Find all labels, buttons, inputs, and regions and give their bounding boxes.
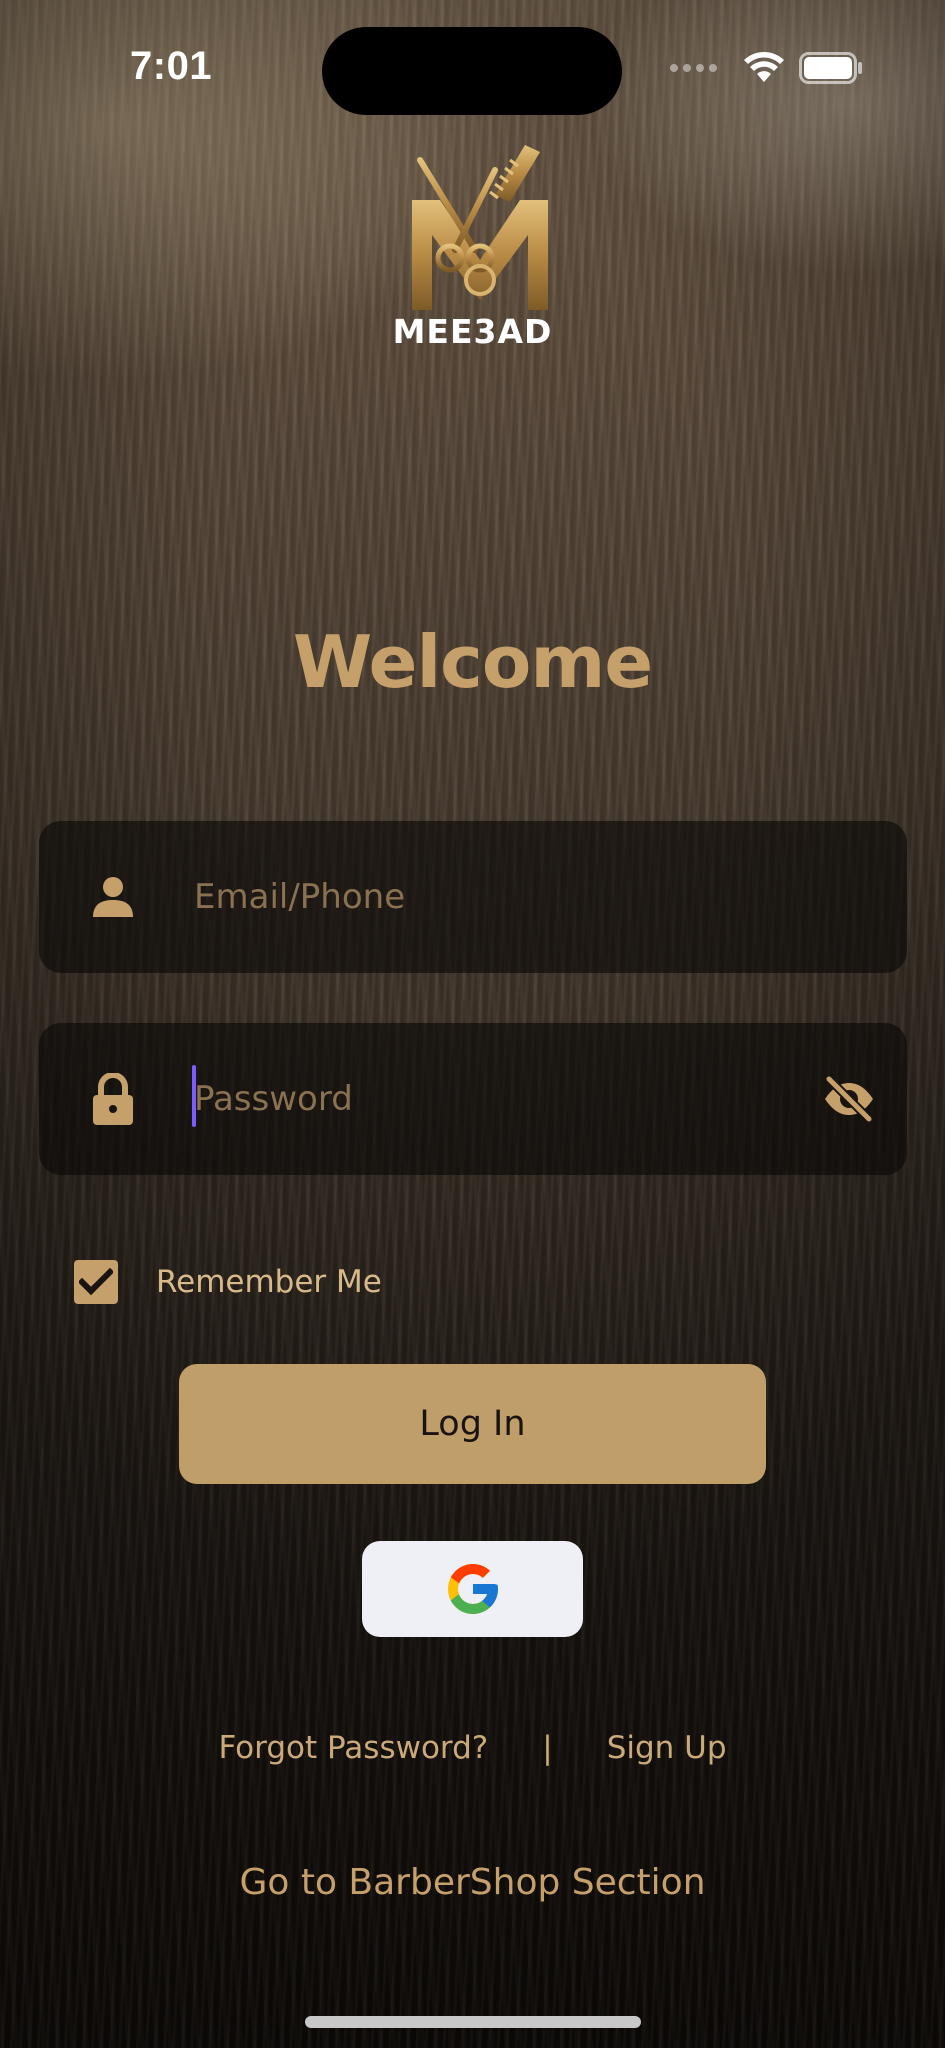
brand-logo-icon [412,145,548,310]
signal-icon [670,64,717,72]
home-indicator [305,2016,641,2028]
password-field[interactable]: Password [39,1023,907,1175]
email-input[interactable]: Email/Phone [194,877,787,917]
forgot-password-link[interactable]: Forgot Password? [218,1730,488,1766]
wifi-icon [744,52,784,82]
auth-links: Forgot Password? | Sign Up [0,1730,945,1766]
status-time: 7:01 [130,44,213,88]
battery-icon [799,52,862,84]
welcome-heading: Welcome [292,620,653,704]
dynamic-island [322,27,622,115]
status-indicators [670,52,863,84]
remember-me[interactable]: Remember Me [74,1260,382,1304]
link-separator: | [542,1730,553,1766]
google-icon [447,1564,498,1614]
checkmark-icon [79,1268,113,1296]
login-button[interactable]: Log In [179,1364,766,1484]
person-icon [93,877,133,917]
email-field[interactable]: Email/Phone [39,821,907,973]
lock-icon [93,1073,133,1125]
sign-up-link[interactable]: Sign Up [607,1730,727,1766]
remember-checkbox[interactable] [74,1260,118,1304]
barbershop-section-link[interactable]: Go to BarberShop Section [0,1862,945,1903]
remember-label: Remember Me [156,1264,382,1300]
eye-slash-icon[interactable] [821,1075,877,1123]
password-input[interactable]: Password [194,1079,787,1119]
brand-name: MEE3AD [392,312,553,351]
google-signin-button[interactable] [362,1541,583,1637]
